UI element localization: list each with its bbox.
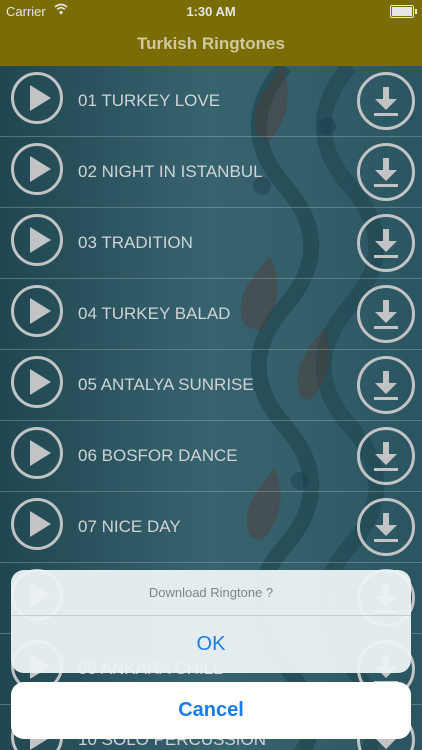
alert-message: Download Ringtone ? [148, 585, 274, 600]
download-alert: Download Ringtone ? OK [11, 570, 411, 673]
ok-button[interactable]: OK [11, 616, 411, 673]
cancel-button[interactable]: Cancel [11, 682, 411, 739]
